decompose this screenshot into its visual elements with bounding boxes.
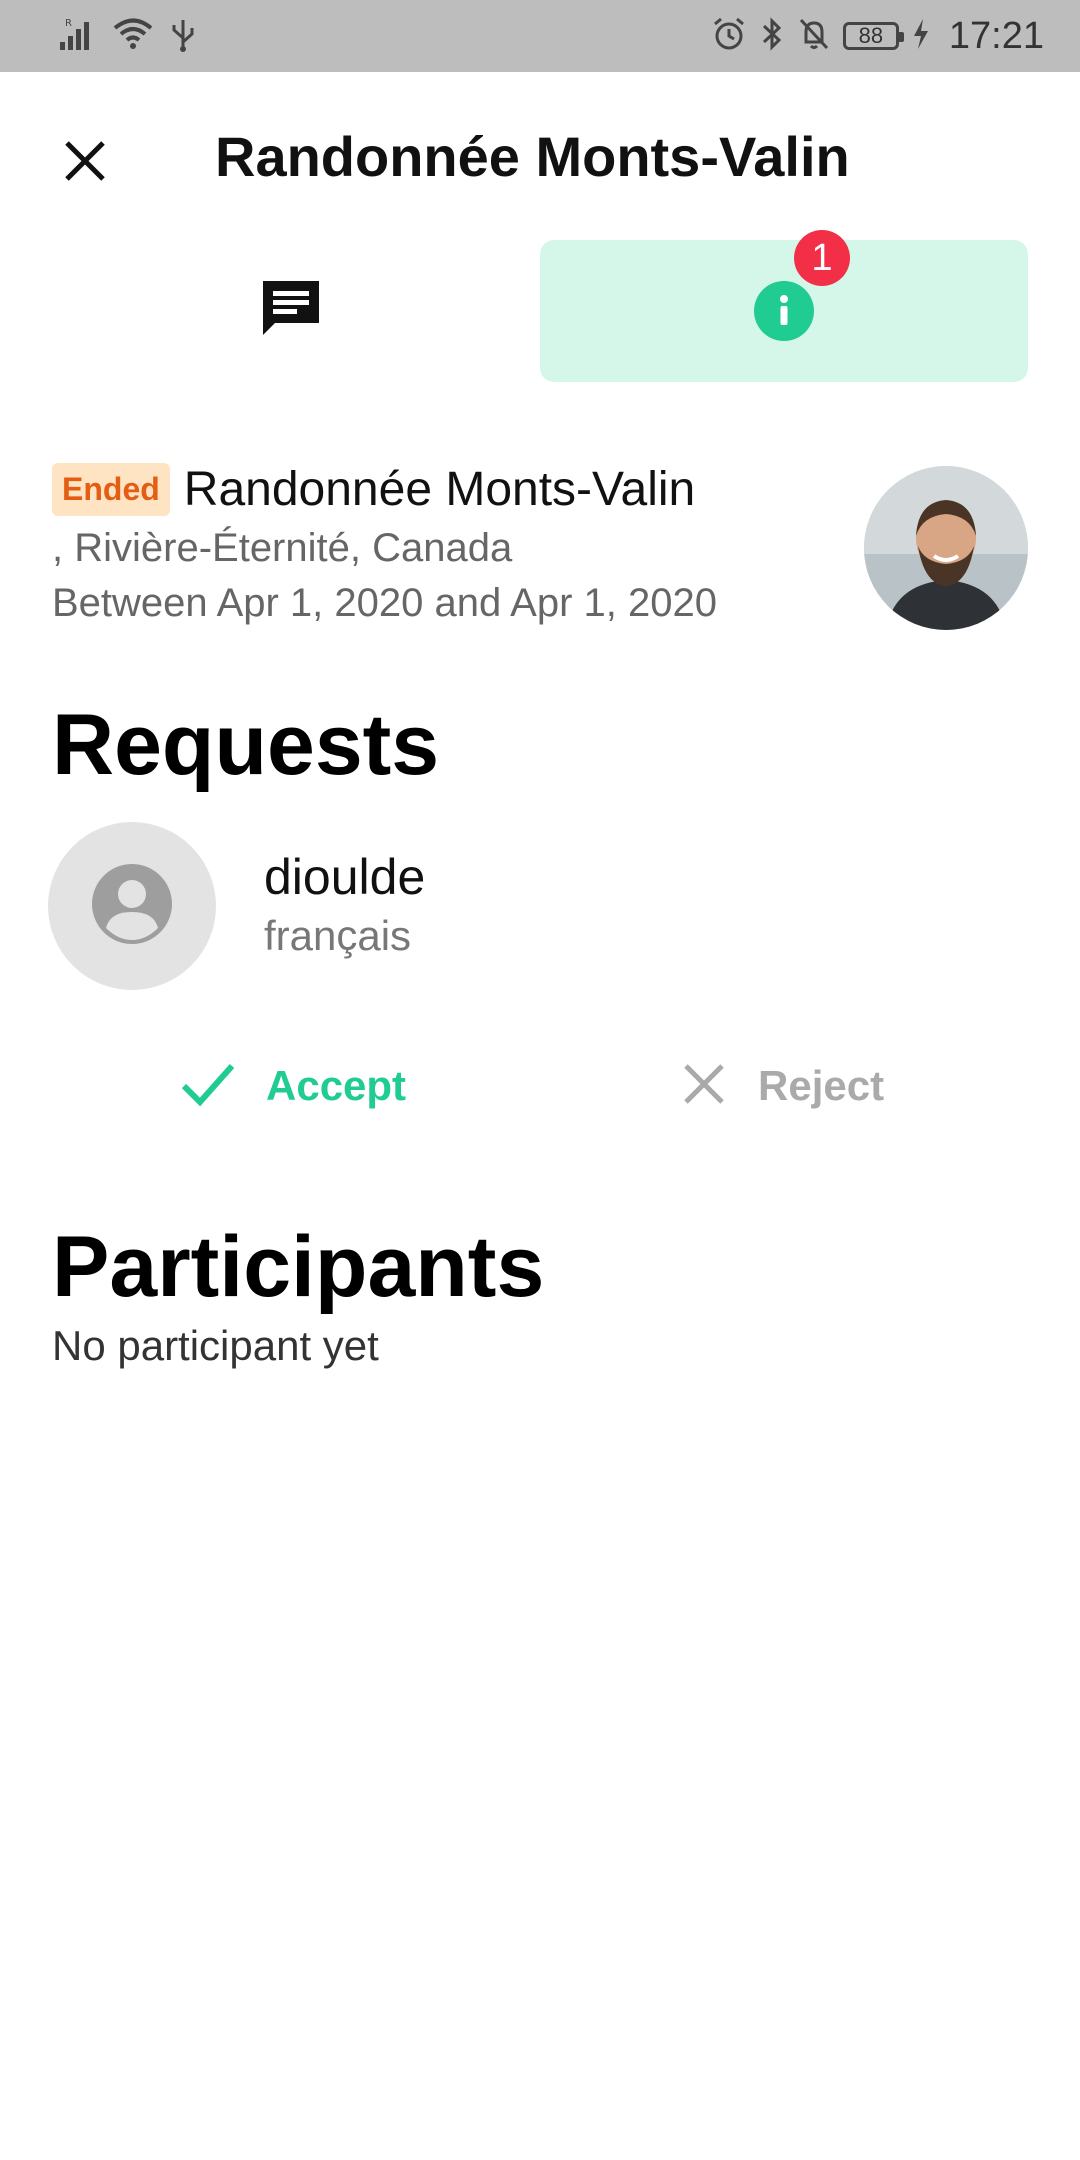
- notification-badge: 1: [794, 230, 850, 286]
- app-header: Randonnée Monts-Valin: [0, 72, 1080, 242]
- close-button[interactable]: [50, 128, 120, 198]
- avatar[interactable]: [48, 822, 216, 990]
- battery-level: 88: [858, 23, 884, 48]
- event-dates: Between Apr 1, 2020 and Apr 1, 2020: [52, 581, 717, 625]
- close-icon: [680, 1060, 728, 1113]
- tab-info[interactable]: [540, 240, 1028, 382]
- reject-button[interactable]: Reject: [680, 1056, 884, 1116]
- close-icon: [61, 137, 109, 190]
- request-user-language: français: [264, 912, 412, 959]
- signal-icon: R: [58, 16, 98, 57]
- user-placeholder-icon: [90, 862, 174, 951]
- status-bar: R 88 17:21: [0, 0, 1080, 72]
- event-summary: Ended Randonnée Monts-Valin: [52, 462, 852, 517]
- info-icon: [754, 281, 814, 341]
- participants-title: Participants: [52, 1219, 545, 1315]
- usb-icon: [168, 16, 198, 57]
- bell-off-icon: [797, 16, 831, 57]
- chat-icon: [259, 277, 323, 346]
- request-user-name: dioulde: [264, 849, 426, 905]
- organizer-avatar[interactable]: [864, 466, 1028, 630]
- check-icon: [180, 1060, 236, 1113]
- tab-chat[interactable]: [46, 240, 536, 382]
- event-location: , Rivière-Éternité, Canada: [52, 526, 513, 570]
- reject-label: Reject: [758, 1062, 885, 1109]
- svg-text:R: R: [65, 18, 72, 29]
- event-name: Randonnée Monts-Valin: [183, 463, 696, 516]
- status-badge: Ended: [52, 463, 170, 516]
- charging-icon: [911, 16, 931, 57]
- participants-empty-text: No participant yet: [52, 1322, 379, 1369]
- page-title: Randonnée Monts-Valin: [215, 125, 850, 188]
- alarm-icon: [711, 16, 747, 57]
- wifi-icon: [112, 16, 154, 57]
- status-right-icons: 88 17:21: [711, 14, 1044, 58]
- battery-icon: 88: [842, 22, 904, 50]
- accept-label: Accept: [266, 1062, 407, 1109]
- accept-button[interactable]: Accept: [180, 1056, 406, 1116]
- status-time: 17:21: [948, 14, 1044, 57]
- status-left-icons: R: [58, 14, 198, 58]
- requests-title: Requests: [52, 697, 440, 793]
- bluetooth-icon: [759, 16, 785, 57]
